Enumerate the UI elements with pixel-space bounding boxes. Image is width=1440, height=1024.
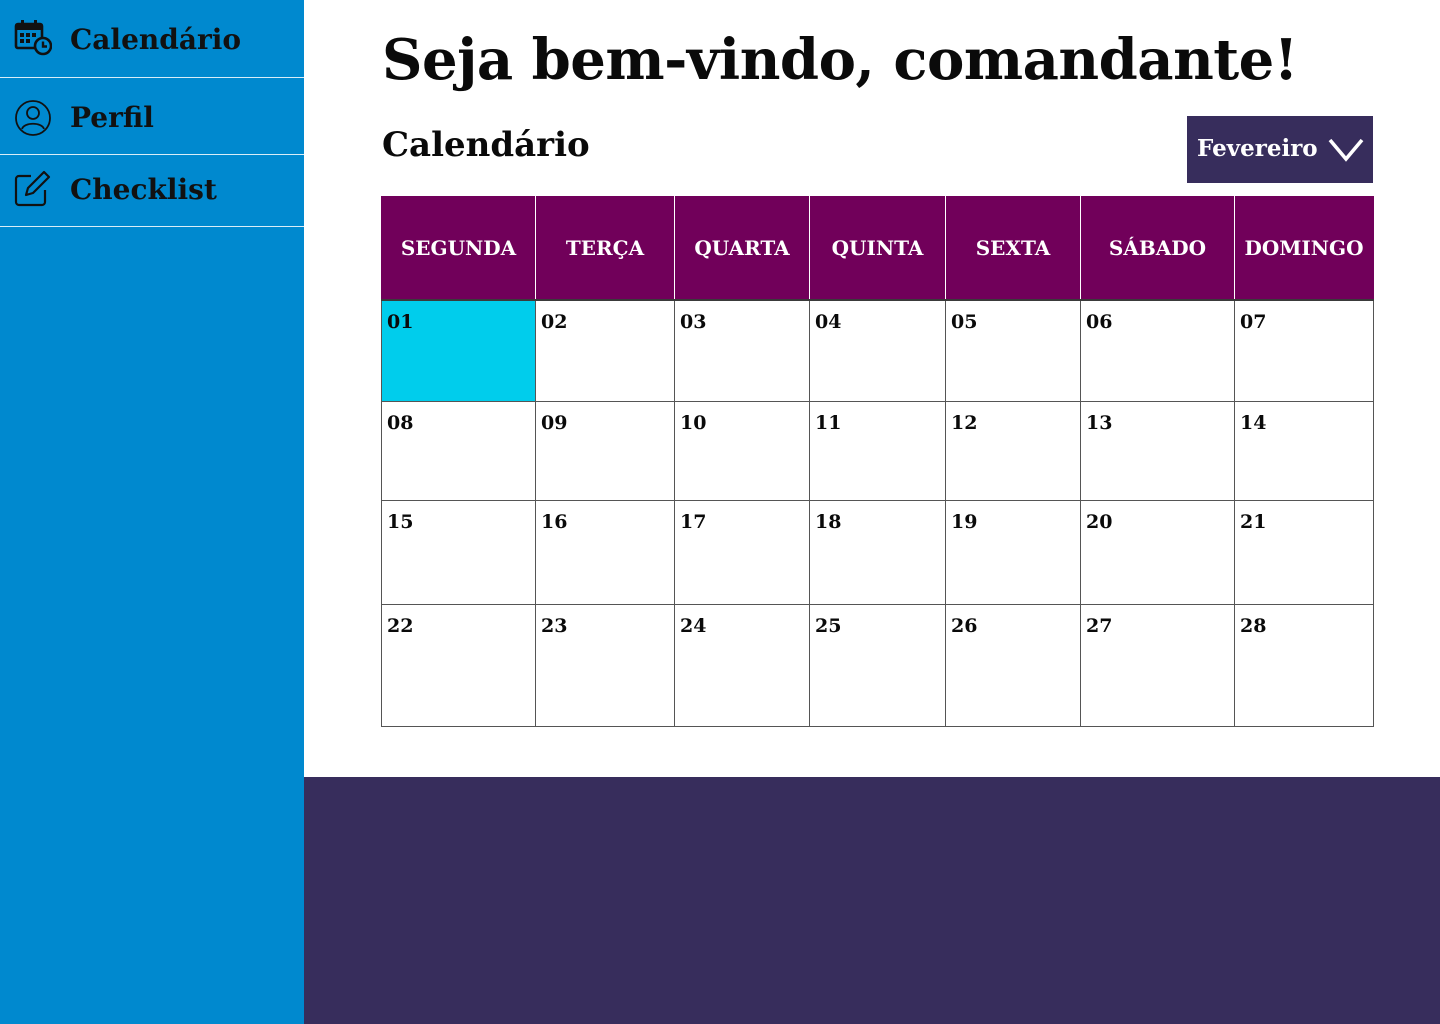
day-number: 15: [387, 511, 414, 533]
calendar-day[interactable]: 07: [1234, 299, 1374, 402]
month-select-value: Fevereiro: [1197, 135, 1318, 162]
calendar-day[interactable]: 22: [381, 604, 536, 727]
day-number: 06: [1086, 311, 1113, 333]
calendar-day[interactable]: 11: [809, 401, 946, 501]
weekday-header: SEGUNDA: [381, 196, 536, 301]
calendar-day[interactable]: 23: [535, 604, 675, 727]
day-number: 25: [815, 615, 842, 637]
calendar-day[interactable]: 19: [945, 500, 1081, 605]
sidebar: Calendário Perfil Checklist: [0, 0, 304, 1024]
calendar-day[interactable]: 12: [945, 401, 1081, 501]
day-number: 24: [680, 615, 707, 637]
sidebar-item-checklist[interactable]: Checklist: [0, 155, 304, 227]
calendar-day[interactable]: 21: [1234, 500, 1374, 605]
calendar-clock-icon: [14, 18, 52, 56]
sidebar-item-label: Perfil: [70, 101, 154, 134]
month-select[interactable]: Fevereiro: [1187, 116, 1373, 183]
calendar-day[interactable]: 14: [1234, 401, 1374, 501]
day-number: 02: [541, 311, 568, 333]
calendar-day[interactable]: 05: [945, 299, 1081, 402]
weekday-header: SEXTA: [945, 196, 1081, 301]
edit-icon: [14, 170, 52, 208]
day-number: 20: [1086, 511, 1113, 533]
calendar-day[interactable]: 09: [535, 401, 675, 501]
calendar-day[interactable]: 08: [381, 401, 536, 501]
day-number: 28: [1240, 615, 1267, 637]
calendar-day[interactable]: 04: [809, 299, 946, 402]
calendar-week-row: 22 23 24 25 26 27 28: [381, 604, 1374, 727]
calendar-day[interactable]: 28: [1234, 604, 1374, 727]
calendar-week-row: 01 02 03 04 05 06 07: [381, 299, 1374, 402]
day-number: 07: [1240, 311, 1267, 333]
day-number: 26: [951, 615, 978, 637]
day-number: 27: [1086, 615, 1113, 637]
user-circle-icon: [14, 99, 52, 137]
day-number: 12: [951, 412, 978, 434]
day-number: 10: [680, 412, 707, 434]
calendar-day[interactable]: 18: [809, 500, 946, 605]
calendar-week-row: 08 09 10 11 12 13 14: [381, 401, 1374, 501]
calendar-day[interactable]: 03: [674, 299, 810, 402]
day-number: 19: [951, 511, 978, 533]
weekday-header-row: SEGUNDA TERÇA QUARTA QUINTA SEXTA SÁBADO…: [381, 196, 1374, 301]
calendar-day[interactable]: 17: [674, 500, 810, 605]
sidebar-item-label: Calendário: [70, 23, 242, 56]
calendar-day[interactable]: 06: [1080, 299, 1235, 402]
day-number: 11: [815, 412, 842, 434]
day-number: 13: [1086, 412, 1113, 434]
calendar-week-row: 15 16 17 18 19 20 21: [381, 500, 1374, 605]
day-number: 17: [680, 511, 707, 533]
calendar-day[interactable]: 10: [674, 401, 810, 501]
calendar-day[interactable]: 24: [674, 604, 810, 727]
calendar-day[interactable]: 15: [381, 500, 536, 605]
weekday-header: TERÇA: [535, 196, 675, 301]
day-number: 04: [815, 311, 842, 333]
sidebar-item-calendario[interactable]: Calendário: [0, 0, 304, 78]
sidebar-item-perfil[interactable]: Perfil: [0, 78, 304, 155]
day-number: 08: [387, 412, 414, 434]
footer-band: [304, 777, 1440, 1024]
calendar-day[interactable]: 27: [1080, 604, 1235, 727]
section-title: Calendário: [382, 125, 590, 165]
day-number: 14: [1240, 412, 1267, 434]
day-number: 01: [387, 311, 414, 333]
calendar-day[interactable]: 02: [535, 299, 675, 402]
calendar-day[interactable]: 26: [945, 604, 1081, 727]
calendar-grid: SEGUNDA TERÇA QUARTA QUINTA SEXTA SÁBADO…: [381, 196, 1374, 727]
weekday-header: QUARTA: [674, 196, 810, 301]
calendar-day[interactable]: 13: [1080, 401, 1235, 501]
day-number: 23: [541, 615, 568, 637]
day-number: 09: [541, 412, 568, 434]
day-number: 16: [541, 511, 568, 533]
day-number: 21: [1240, 511, 1267, 533]
weekday-header: DOMINGO: [1234, 196, 1374, 301]
sidebar-item-label: Checklist: [70, 173, 217, 206]
calendar-day[interactable]: 20: [1080, 500, 1235, 605]
day-number: 22: [387, 615, 414, 637]
calendar-day-selected[interactable]: 01: [381, 299, 536, 402]
chevron-down-icon: [1328, 138, 1364, 162]
page-title: Seja bem-vindo, comandante!: [382, 27, 1298, 93]
calendar-day[interactable]: 16: [535, 500, 675, 605]
calendar-day[interactable]: 25: [809, 604, 946, 727]
weekday-header: SÁBADO: [1080, 196, 1235, 301]
day-number: 18: [815, 511, 842, 533]
day-number: 05: [951, 311, 978, 333]
day-number: 03: [680, 311, 707, 333]
weekday-header: QUINTA: [809, 196, 946, 301]
